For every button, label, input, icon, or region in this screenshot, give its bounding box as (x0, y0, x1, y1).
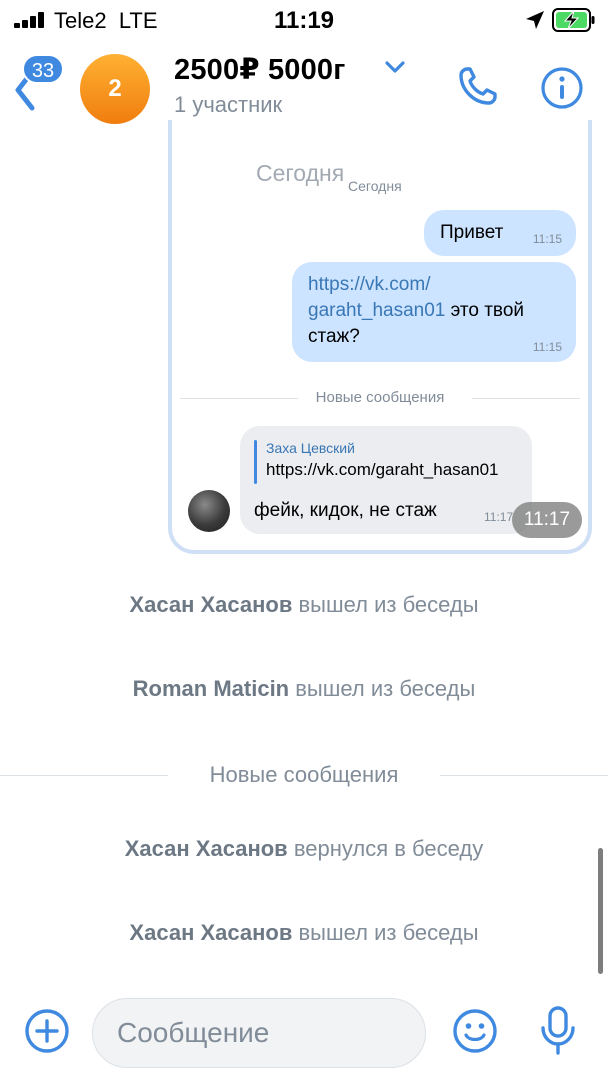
separator-label: Новые сообщения (209, 762, 399, 787)
image-time-badge: 11:17 (512, 502, 582, 538)
scrollbar[interactable] (598, 848, 603, 974)
date-label: Сегодня (348, 178, 402, 194)
phone-icon[interactable] (456, 64, 500, 108)
status-time: 11:19 (273, 7, 335, 34)
reply-bar (254, 440, 257, 484)
outgoing-message: Привет 11:15 (424, 210, 576, 256)
reply-quote: https://vk.com/garaht_hasan01 (266, 460, 499, 479)
message-time: 11:17 (484, 510, 514, 524)
location-arrow-icon (526, 11, 544, 29)
new-messages-divider: Новые сообщения (180, 389, 580, 406)
message-text: фейк, кидок, не стаж (254, 500, 437, 521)
outgoing-message: https://vk.com/garaht_hasan01 это твой с… (292, 262, 576, 362)
chevron-down-icon[interactable] (384, 60, 406, 74)
message-text: Привет (440, 222, 504, 243)
link-part-2: garaht_hasan01 (308, 300, 446, 321)
service-user[interactable]: Хасан Хасанов (129, 592, 292, 617)
service-message: Хасан Хасанов вышел из беседы (0, 920, 608, 946)
chat-subtitle: 1 участник (174, 92, 283, 117)
chat-title[interactable]: 2500₽ 5000г (174, 52, 346, 87)
forwarded-screenshot-image[interactable]: Сегодня Сегодня Привет 11:15 https://vk.… (168, 120, 592, 554)
service-user[interactable]: Roman Maticin (133, 676, 289, 701)
battery-charging-icon (552, 8, 595, 32)
info-icon[interactable] (540, 66, 584, 110)
reply-sender: Заха Цевский (266, 440, 355, 456)
ghost-date-label: Сегодня (256, 160, 345, 186)
service-message: Хасан Хасанов вернулся в беседу (0, 836, 608, 862)
divider-label: Новые сообщения (315, 389, 445, 406)
new-messages-separator: Новые сообщения (0, 762, 608, 790)
link-part-1: https://vk.com/ (308, 274, 431, 295)
plus-circle-icon[interactable] (24, 1008, 70, 1054)
message-text: https://vk.com/garaht_hasan01 это твой с… (308, 272, 564, 350)
microphone-icon[interactable] (538, 1004, 578, 1058)
chat-avatar[interactable]: 2 (80, 54, 150, 124)
message-composer (0, 986, 608, 1080)
sender-avatar (188, 490, 230, 532)
message-time: 11:15 (532, 232, 562, 246)
service-action: вышел из беседы (292, 920, 479, 945)
service-user[interactable]: Хасан Хасанов (125, 836, 288, 861)
chat-header: 33 2 2500₽ 5000г 1 участник (0, 40, 608, 132)
message-input[interactable] (92, 998, 426, 1068)
service-action: вышел из беседы (292, 592, 479, 617)
message-link[interactable]: https://vk.com/garaht_hasan01 (308, 274, 445, 321)
message-time: 11:15 (532, 340, 562, 354)
service-action: вышел из беседы (289, 676, 476, 701)
incoming-message: Заха Цевский https://vk.com/garaht_hasan… (240, 426, 532, 534)
service-message: Хасан Хасанов вышел из беседы (0, 592, 608, 618)
service-message: Roman Maticin вышел из беседы (0, 676, 608, 702)
emoji-icon[interactable] (452, 1008, 498, 1054)
service-action: вернулся в беседу (287, 836, 484, 861)
service-user[interactable]: Хасан Хасанов (129, 920, 292, 945)
status-bar: Tele2 LTE 11:19 (0, 0, 608, 40)
unread-badge: 33 (22, 54, 64, 84)
